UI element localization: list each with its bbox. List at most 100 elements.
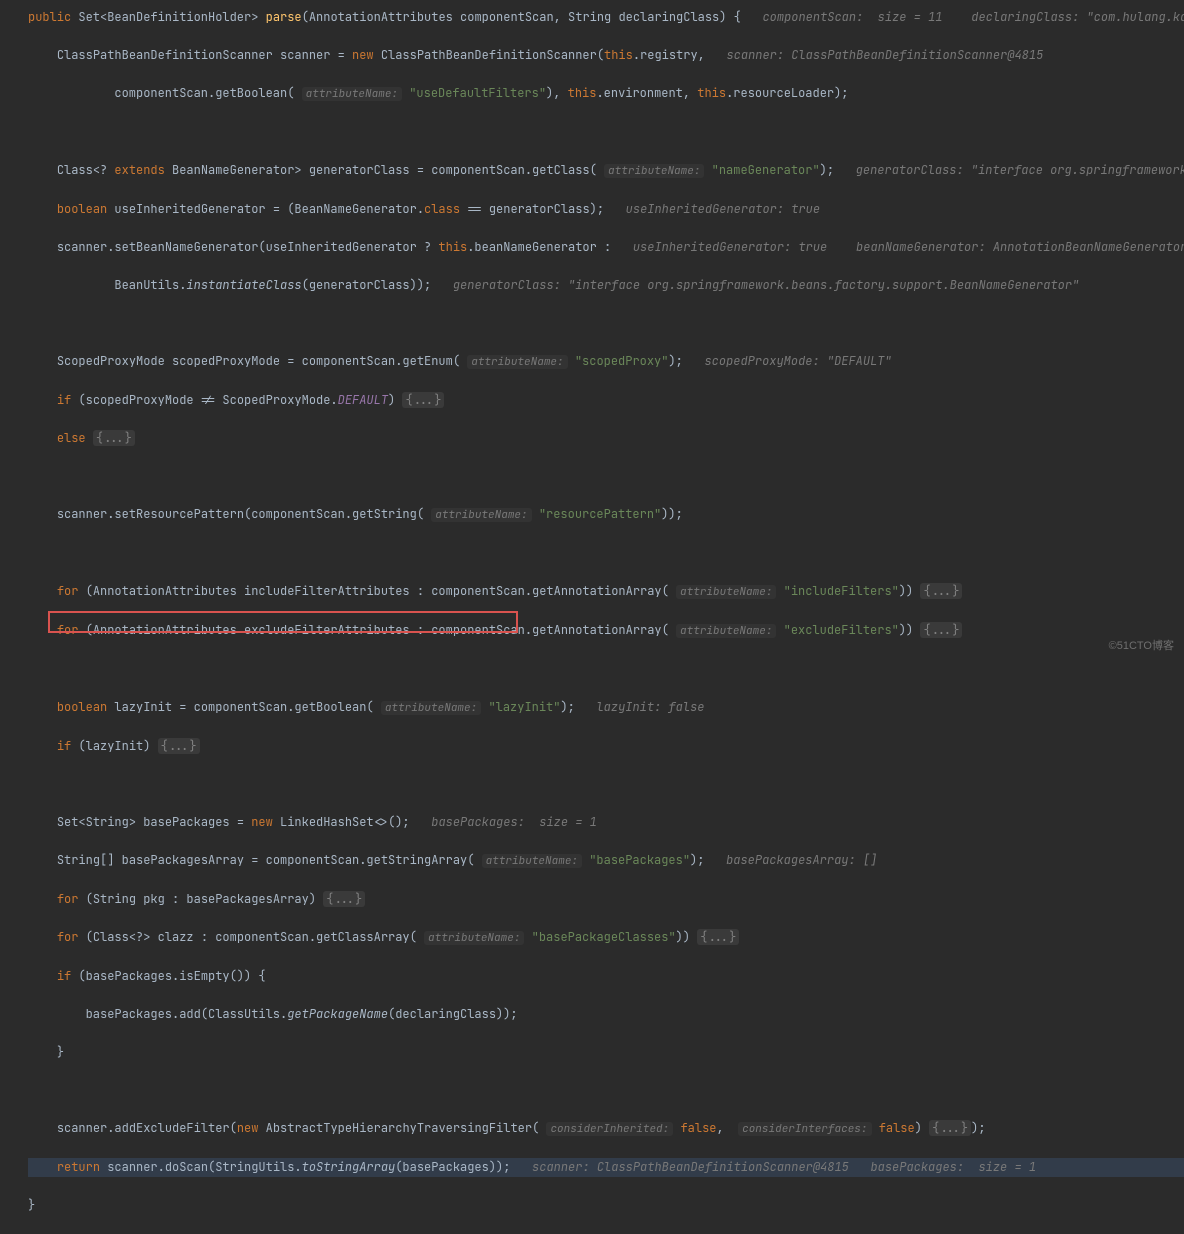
code-fold[interactable]: {...} (920, 622, 962, 638)
code-text: (lazyInit) (71, 738, 157, 754)
keyword-this: this (697, 85, 726, 101)
keyword-for: for (57, 583, 79, 599)
keyword-if: if (57, 968, 71, 984)
param-hint: considerInherited: (546, 1122, 673, 1136)
keyword-if: if (57, 738, 71, 754)
keyword-else: else (57, 430, 86, 446)
code-fold[interactable]: {...} (697, 929, 739, 945)
code-fold[interactable]: {...} (920, 583, 962, 599)
code-text: )) (676, 929, 698, 945)
inlay-hint: basePackages: size = 1 (431, 814, 597, 830)
keyword-new: new (352, 47, 374, 63)
code-text: ) (388, 392, 402, 408)
code-text: .registry, (633, 47, 705, 63)
return-type: Set<BeanDefinitionHolder> (78, 9, 258, 25)
string-literal: "excludeFilters" (784, 622, 899, 638)
keyword-return: return (57, 1159, 100, 1175)
keyword-for: for (57, 622, 79, 638)
code-text: scanner.addExcludeFilter( (57, 1120, 237, 1136)
string-literal: "useDefaultFilters" (409, 85, 546, 101)
code-text: )) (899, 622, 921, 638)
code-text: String[] basePackagesArray = componentSc… (57, 852, 475, 868)
inlay-hint: scanner: ClassPathBeanDefinitionScanner@… (726, 47, 1043, 63)
code-text: (Class<?> clazz : componentScan.getClass… (78, 929, 416, 945)
code-text: AbstractTypeHierarchyTraversingFilter( (258, 1120, 539, 1136)
inlay-hint: generatorClass: "interface org.springfra… (453, 277, 1079, 293)
code-text: )) (899, 583, 921, 599)
string-literal: "basePackages" (589, 852, 690, 868)
param-hint: attributeName: (302, 87, 402, 101)
constant: DEFAULT (338, 392, 388, 408)
inlay-hint: componentScan: size = 11 declaringClass:… (762, 9, 1184, 25)
code-text: (AnnotationAttributes excludeFilterAttri… (78, 622, 668, 638)
param-hint: attributeName: (467, 355, 567, 369)
code-text: (basePackages.isEmpty()) { (71, 968, 265, 984)
code-text: scanner.setResourcePattern(componentScan… (57, 506, 424, 522)
string-literal: "basePackageClasses" (532, 929, 676, 945)
inlay-hint: scopedProxyMode: "DEFAULT" (704, 353, 891, 369)
code-text: ); (820, 162, 834, 178)
code-editor[interactable]: public Set<BeanDefinitionHolder> parse (A… (0, 8, 1184, 1234)
static-method: instantiateClass (186, 277, 301, 293)
keyword-public: public (28, 9, 71, 25)
keyword-new: new (237, 1120, 259, 1136)
method-name: parse (266, 9, 302, 25)
watermark: ©51CTO博客 (1109, 637, 1174, 656)
keyword-this: this (604, 47, 633, 63)
code-text: .resourceLoader); (726, 85, 848, 101)
code-text: Class<? (57, 162, 115, 178)
param-hint: attributeName: (676, 624, 776, 638)
code-text: (declaringClass)); (388, 1006, 518, 1022)
code-text: ScopedProxyMode scopedProxyMode = compon… (57, 353, 460, 369)
keyword-boolean: boolean (57, 201, 107, 217)
keyword-class: class (424, 201, 460, 217)
keyword-this: this (568, 85, 597, 101)
code-text: (AnnotationAttributes includeFilterAttri… (78, 583, 668, 599)
code-text: == generatorClass); (460, 201, 604, 217)
code-text: .beanNameGenerator : (467, 239, 611, 255)
param-hint: attributeName: (381, 701, 481, 715)
static-method: toStringArray (302, 1159, 396, 1175)
code-text: (basePackages)); (395, 1159, 510, 1175)
code-text: scanner.doScan(StringUtils. (100, 1159, 302, 1175)
code-text: (generatorClass)); (302, 277, 432, 293)
inlay-hint: scanner: ClassPathBeanDefinitionScanner@… (532, 1159, 1036, 1175)
keyword-for: for (57, 891, 79, 907)
keyword-false: false (680, 1120, 716, 1136)
code-fold[interactable]: {...} (929, 1120, 971, 1136)
code-text: )); (661, 506, 683, 522)
inlay-hint: lazyInit: false (596, 699, 704, 715)
code-fold[interactable]: {...} (323, 891, 365, 907)
code-text: } (28, 1197, 35, 1213)
string-literal: "nameGenerator" (712, 162, 820, 178)
string-literal: "lazyInit" (488, 699, 560, 715)
keyword-for: for (57, 929, 79, 945)
keyword-false: false (879, 1120, 915, 1136)
param-hint: attributeName: (431, 508, 531, 522)
string-literal: "includeFilters" (784, 583, 899, 599)
string-literal: "resourcePattern" (539, 506, 661, 522)
inlay-hint: useInheritedGenerator: true (626, 201, 820, 217)
keyword-new: new (251, 814, 273, 830)
code-text: ClassPathBeanDefinitionScanner scanner = (57, 47, 352, 63)
keyword-extends: extends (114, 162, 164, 178)
code-text: } (57, 1044, 64, 1060)
inlay-hint: useInheritedGenerator: true beanNameGene… (633, 239, 1184, 255)
code-text: useInheritedGenerator = (BeanNameGenerat… (107, 201, 424, 217)
param-hint: attributeName: (676, 585, 776, 599)
code-text: ) (915, 1120, 929, 1136)
keyword-if: if (57, 392, 71, 408)
code-text: ClassPathBeanDefinitionScanner( (374, 47, 604, 63)
code-text: ), (546, 85, 568, 101)
code-text: ); (560, 699, 574, 715)
code-text: BeanNameGenerator> generatorClass = comp… (165, 162, 597, 178)
code-fold[interactable]: {...} (402, 392, 444, 408)
code-text: LinkedHashSet<>(); (273, 814, 410, 830)
code-fold[interactable]: {...} (158, 738, 200, 754)
param-hint: considerInterfaces: (738, 1122, 871, 1136)
code-text: BeanUtils. (114, 277, 186, 293)
code-text: Set<String> basePackages = (57, 814, 251, 830)
code-fold[interactable]: {...} (93, 430, 135, 446)
code-text: ); (690, 852, 704, 868)
code-text: componentScan.getBoolean( (114, 85, 294, 101)
